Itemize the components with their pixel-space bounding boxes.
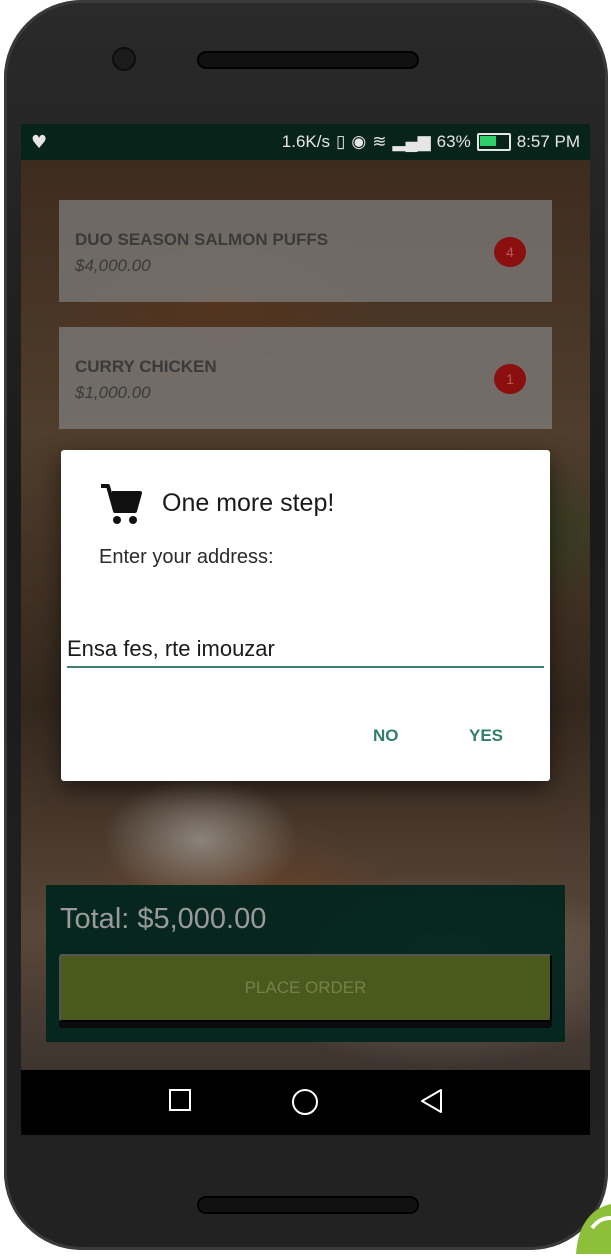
total-label: Total: [60,903,130,935]
quantity-badge: 4 [494,237,526,267]
net-speed: 1.6K/s [281,132,330,151]
item-name: CURRY CHICKEN [75,357,217,376]
home-circle-icon[interactable] [291,1088,319,1120]
cart-item[interactable]: CURRY CHICKEN $1,000.00 1 [59,327,552,429]
navigation-bar [21,1070,590,1135]
phone-frame: ♥ 1.6K/s ▯ ◉ ≋ ▂▄▆ 63% 8:57 PM DUO SEASO… [0,0,611,1254]
yes-button[interactable]: YES [463,725,509,747]
status-bar: ♥ 1.6K/s ▯ ◉ ≋ ▂▄▆ 63% 8:57 PM [21,124,590,160]
battery-fill [479,136,496,146]
dialog-title: One more step! [162,489,335,517]
order-summary-panel: Total: $5,000.00 PLACE ORDER [46,885,565,1042]
battery-percent: 63% [436,132,471,151]
signal-icon: ▂▄▆ [392,132,431,151]
item-name: DUO SEASON SALMON PUFFS [75,230,329,249]
address-dialog: One more step! Enter your address: NO YE… [61,450,550,781]
total-amount: $5,000.00 [137,903,267,935]
cart-item[interactable]: DUO SEASON SALMON PUFFS $4,000.00 4 [59,200,552,302]
bottom-speaker [197,1196,419,1214]
shopping-cart-icon [99,482,143,526]
front-camera [112,47,136,71]
item-price: $1,000.00 [75,383,151,402]
back-triangle-icon[interactable] [419,1088,445,1118]
address-input[interactable] [67,632,544,668]
total-line: Total: $5,000.00 [60,903,266,936]
heart-pulse-icon: ♥ [31,132,48,153]
place-order-button[interactable]: PLACE ORDER [59,954,552,1022]
quantity-badge: 1 [494,364,526,394]
item-price: $4,000.00 [75,256,151,275]
clock: 8:57 PM [516,132,580,151]
app-logo-icon [572,1198,611,1254]
eye-icon: ◉ [351,132,367,151]
vibrate-icon: ▯ [336,132,346,151]
device-screen: ♥ 1.6K/s ▯ ◉ ≋ ▂▄▆ 63% 8:57 PM DUO SEASO… [21,124,590,1135]
wifi-icon: ≋ [372,132,387,151]
battery-icon [476,133,511,151]
recents-square-icon[interactable] [168,1088,192,1116]
dialog-message: Enter your address: [99,546,274,568]
no-button[interactable]: NO [367,725,405,747]
earpiece-speaker [197,51,419,69]
status-bar-right: 1.6K/s ▯ ◉ ≋ ▂▄▆ 63% 8:57 PM [282,132,580,152]
